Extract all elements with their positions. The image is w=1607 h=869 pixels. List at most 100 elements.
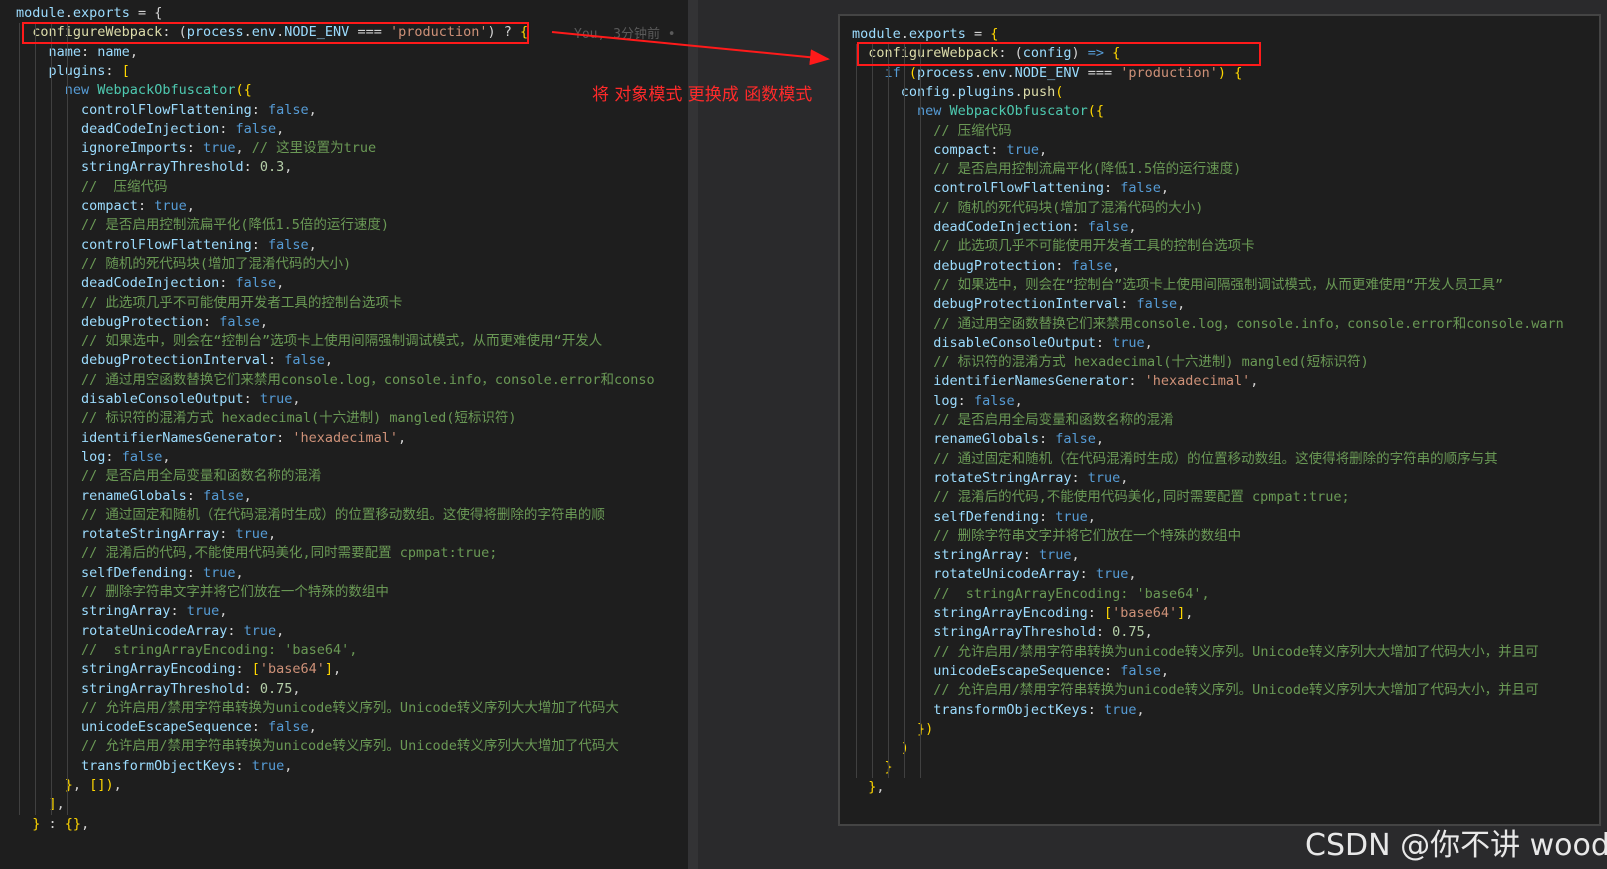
code-token: identifierNamesGenerator [81, 429, 277, 446]
code-token: // 是否启用控制流扁平化(降低1.5倍的运行速度) [81, 217, 390, 234]
code-line: compact: true, [852, 141, 1047, 160]
code-token: identifierNamesGenerator [933, 373, 1129, 390]
code-token: NODE_ENV [1014, 64, 1080, 81]
left-code-editor[interactable]: module.exports = { configureWebpack: (pr… [0, 0, 688, 869]
code-token: // 此选项几乎不可能使用开发者工具的控制台选项卡 [933, 238, 1255, 255]
code-line: controlFlowFlattening: false, [16, 101, 317, 120]
right-code-editor[interactable]: module.exports = { configureWebpack: (co… [838, 14, 1601, 826]
code-token: , [162, 448, 171, 465]
code-token: : [990, 141, 1007, 158]
code-line: // 通过固定和随机（在代码混淆时生成）的位置移动数组。这使得将删除的字符串的顺… [852, 450, 1497, 469]
code-token: renameGlobals [933, 431, 1039, 448]
code-line: // 是否启用全局变量和函数名称的混淆 [852, 411, 1173, 430]
code-token: { [990, 26, 999, 42]
code-token: , [1038, 141, 1048, 158]
code-line: if (process.env.NODE_ENV === 'production… [852, 64, 1243, 83]
code-token: deadCodeInjection [933, 219, 1072, 235]
code-line: debugProtection: false, [16, 313, 268, 332]
code-token: WebpackObfuscator [97, 82, 236, 99]
code-token: deadCodeInjection [81, 120, 220, 137]
code-token: : [186, 487, 203, 504]
code-token: : [251, 101, 268, 118]
code-token: 0.3 [259, 159, 285, 176]
code-token: // 允许启用/禁用字符串转换为unicode转义序列。Unicode转义序列大… [933, 643, 1539, 660]
code-line: identifierNamesGenerator: 'hexadecimal', [852, 372, 1258, 391]
code-token: , [876, 778, 885, 795]
code-line: // 标识符的混淆方式 hexadecimal(十六进制) mangled(短标… [16, 409, 516, 428]
code-token: , [276, 275, 285, 292]
code-token: controlFlowFlattening [933, 180, 1104, 197]
code-token: , [292, 680, 301, 697]
code-token: , [235, 564, 244, 581]
code-token: , [1087, 508, 1096, 525]
code-token: plugins [957, 83, 1015, 100]
code-token: , [398, 429, 407, 446]
code-line: rotateUnicodeArray: true, [16, 622, 284, 641]
code-token: true [202, 140, 236, 157]
code-token: : [1022, 547, 1039, 564]
code-token: // 如果选中，则会在“控制台”选项卡上使用间隔强制调试模式，从而更难使用“开发… [933, 276, 1504, 293]
code-token: selfDefending [933, 508, 1039, 525]
code-token: ({ [1087, 103, 1104, 120]
code-line: // 此选项几乎不可能使用开发者工具的控制台选项卡 [852, 237, 1255, 256]
code-token: , [324, 352, 334, 369]
code-line: renameGlobals: false, [852, 430, 1104, 449]
code-token: : [1103, 662, 1121, 679]
code-token: stringArrayThreshold [81, 680, 244, 697]
code-token: stringArrayThreshold [81, 159, 244, 176]
code-token: , [1112, 257, 1121, 274]
code-token: // 如果选中，则会在“控制台”选项卡上使用间隔强制调试模式，从而更难使用“开发… [81, 333, 603, 350]
code-token: transformObjectKeys [81, 757, 236, 774]
code-token: true [1038, 547, 1072, 564]
code-token: disableConsoleOutput [933, 334, 1096, 351]
code-token: transformObjectKeys [933, 701, 1088, 718]
code-token: = { [129, 5, 163, 21]
code-line: new WebpackObfuscator({ [852, 102, 1104, 121]
code-token: selfDefending [81, 564, 187, 581]
code-token: , [129, 43, 138, 60]
code-token: // 通过用空函数替换它们来禁用console.log，console.info… [933, 315, 1564, 332]
code-token: true [1095, 566, 1129, 583]
code-token: debugProtectionInterval [933, 296, 1121, 313]
code-token: false [267, 101, 309, 118]
code-line: debugProtectionInterval: false, [16, 351, 333, 370]
code-token: : [1055, 257, 1072, 274]
code-token: new [917, 103, 950, 120]
code-token: // 删除字符串文字并将它们放在一个特殊的数组中 [81, 584, 389, 600]
code-line: // 是否启用全局变量和函数名称的混淆 [16, 467, 321, 486]
code-line: compact: true, [16, 197, 195, 216]
code-token: debugProtectionInterval [81, 352, 268, 369]
code-token: , [1014, 392, 1023, 409]
code-token: , [292, 391, 301, 407]
code-token: // 混淆后的代码,不能使用代码美化,同时需要配置 cpmpat:true; [933, 489, 1350, 506]
code-token: // 此选项几乎不可能使用开发者工具的控制台选项卡 [81, 294, 403, 311]
code-token: // 混淆后的代码,不能使用代码美化,同时需要配置 cpmpat:true; [81, 545, 498, 562]
code-line: // 压缩代码 [852, 122, 1011, 141]
code-line: stringArrayEncoding: ['base64'], [16, 660, 341, 679]
code-token: [ [121, 62, 130, 79]
code-token: , [1071, 547, 1080, 564]
code-line: ) [852, 739, 909, 758]
code-line: // 通过用空函数替换它们来禁用console.log，console.info… [16, 371, 655, 390]
code-token: rotateStringArray [81, 526, 220, 543]
code-line: debugProtectionInterval: false, [852, 295, 1185, 314]
code-token: [ [1103, 605, 1113, 621]
